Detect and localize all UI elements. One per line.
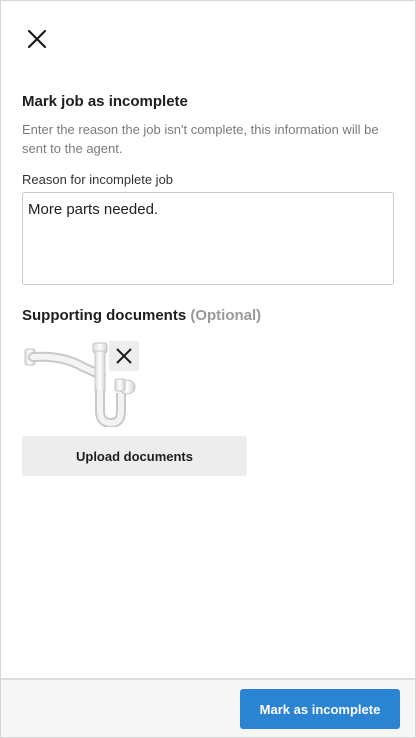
- close-icon: [27, 29, 47, 49]
- optional-label: (Optional): [190, 307, 262, 324]
- close-button[interactable]: [23, 25, 51, 53]
- remove-document-button[interactable]: [109, 341, 139, 371]
- supporting-documents-label: Supporting documents: [22, 307, 187, 324]
- reason-label: Reason for incomplete job: [22, 172, 174, 187]
- page-title: Mark job as incomplete: [22, 93, 188, 110]
- reason-textarea[interactable]: [22, 192, 394, 285]
- page-description: Enter the reason the job isn't complete,…: [22, 122, 379, 156]
- close-icon: [116, 348, 132, 364]
- modal-panel: Mark job as incomplete Enter the reason …: [0, 0, 416, 738]
- footer-bar: Mark as incomplete: [1, 678, 415, 737]
- mark-as-incomplete-button[interactable]: Mark as incomplete: [240, 689, 400, 729]
- supporting-documents-title: Supporting documents (Optional): [22, 307, 261, 324]
- upload-documents-button[interactable]: Upload documents: [22, 436, 247, 476]
